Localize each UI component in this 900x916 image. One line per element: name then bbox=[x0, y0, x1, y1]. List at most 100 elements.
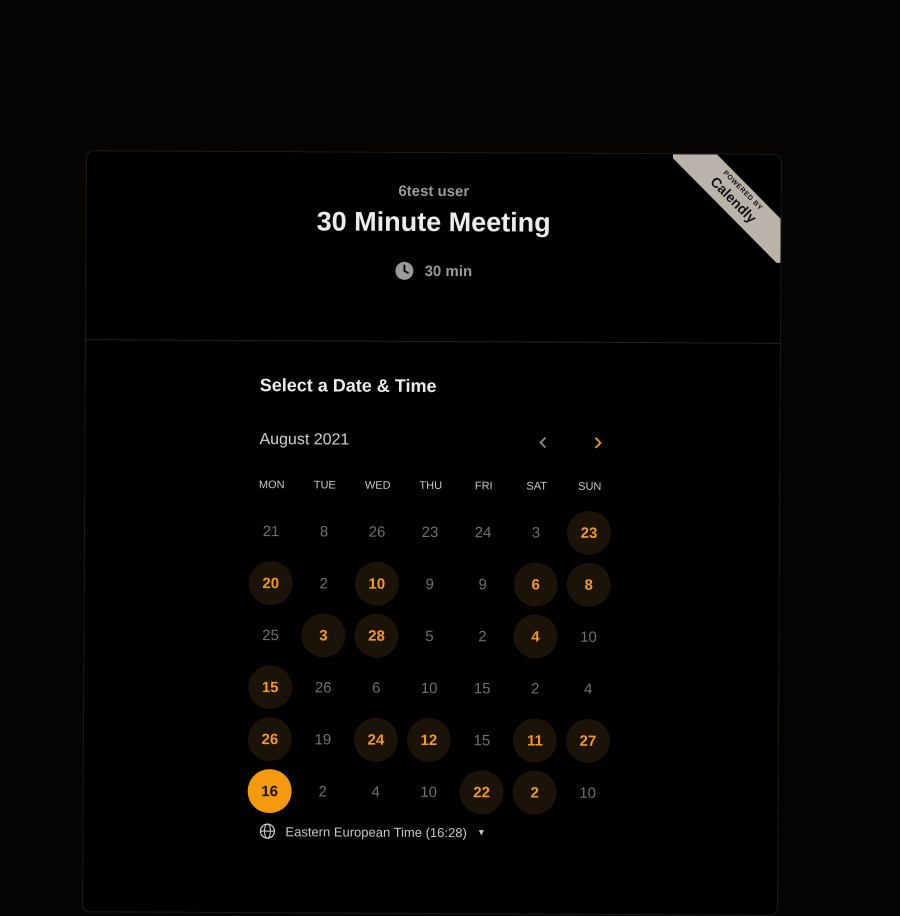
day-number: 23 bbox=[567, 511, 611, 555]
day-number: 2 bbox=[460, 614, 504, 658]
calendar-week-row: 16241022210 bbox=[244, 765, 615, 819]
day-number: 19 bbox=[301, 717, 345, 761]
day-number: 16 bbox=[248, 769, 292, 813]
available-day[interactable]: 10 bbox=[351, 558, 404, 610]
selected-day[interactable]: 16 bbox=[244, 765, 297, 817]
calendar-week-row: 202109968 bbox=[245, 557, 616, 611]
weekday-label: MON bbox=[245, 479, 298, 491]
available-day[interactable]: 27 bbox=[562, 715, 615, 767]
unavailable-day: 4 bbox=[350, 766, 403, 818]
day-number: 5 bbox=[407, 614, 451, 658]
day-number: 24 bbox=[354, 718, 398, 762]
unavailable-day: 10 bbox=[562, 767, 615, 819]
available-day[interactable]: 28 bbox=[350, 610, 403, 662]
event-header: 6test user 30 Minute Meeting 30 min POWE… bbox=[86, 151, 781, 344]
unavailable-day: 2 bbox=[297, 765, 350, 817]
unavailable-day: 15 bbox=[456, 662, 509, 714]
available-day[interactable]: 6 bbox=[510, 558, 563, 610]
unavailable-day: 5 bbox=[403, 610, 456, 662]
day-number: 27 bbox=[566, 719, 610, 763]
unavailable-day: 10 bbox=[403, 766, 456, 818]
available-day[interactable]: 23 bbox=[563, 507, 616, 559]
unavailable-day: 3 bbox=[510, 506, 563, 558]
booking-card: 6test user 30 Minute Meeting 30 min POWE… bbox=[82, 150, 782, 916]
day-number: 4 bbox=[566, 667, 610, 711]
day-number: 10 bbox=[566, 615, 610, 659]
unavailable-day: 2 bbox=[298, 557, 351, 609]
day-number: 3 bbox=[301, 613, 345, 657]
day-number: 15 bbox=[248, 665, 292, 709]
day-number: 9 bbox=[461, 562, 505, 606]
day-number: 26 bbox=[248, 717, 292, 761]
day-number: 6 bbox=[514, 562, 558, 606]
unavailable-day: 2 bbox=[456, 610, 509, 662]
weekday-label: FRI bbox=[457, 480, 510, 492]
unavailable-day: 9 bbox=[457, 558, 510, 610]
unavailable-day: 2 bbox=[509, 662, 562, 714]
chevron-left-icon bbox=[531, 431, 555, 455]
unavailable-day: 21 bbox=[245, 505, 298, 557]
available-day[interactable]: 11 bbox=[509, 714, 562, 766]
unavailable-day: 15 bbox=[456, 714, 509, 766]
calendar-week-row: 15266101524 bbox=[244, 661, 615, 715]
day-number: 2 bbox=[301, 769, 345, 813]
event-duration: 30 min bbox=[86, 259, 780, 283]
day-number: 8 bbox=[567, 563, 611, 607]
available-day[interactable]: 26 bbox=[244, 713, 297, 765]
unavailable-day: 10 bbox=[403, 662, 456, 714]
unavailable-day: 4 bbox=[562, 663, 615, 715]
day-number: 4 bbox=[513, 614, 557, 658]
weekday-label: SUN bbox=[563, 481, 616, 493]
day-number: 15 bbox=[460, 666, 504, 710]
unavailable-day: 19 bbox=[297, 713, 350, 765]
day-number: 2 bbox=[513, 770, 557, 814]
unavailable-day: 23 bbox=[404, 506, 457, 558]
timezone-label: Eastern European Time (16:28) bbox=[285, 824, 466, 840]
unavailable-day: 24 bbox=[457, 506, 510, 558]
day-number: 11 bbox=[513, 718, 557, 762]
available-day[interactable]: 22 bbox=[456, 766, 509, 818]
available-day[interactable]: 24 bbox=[350, 714, 403, 766]
day-number: 26 bbox=[355, 510, 399, 554]
unavailable-day: 9 bbox=[404, 558, 457, 610]
chevron-right-icon bbox=[585, 431, 609, 455]
available-day[interactable]: 4 bbox=[509, 610, 562, 662]
day-number: 10 bbox=[407, 666, 451, 710]
calendar-heading: Select a Date & Time bbox=[260, 375, 437, 397]
unavailable-day: 10 bbox=[562, 611, 615, 663]
day-number: 9 bbox=[408, 562, 452, 606]
unavailable-day: 25 bbox=[244, 609, 297, 661]
clock-icon bbox=[395, 261, 415, 281]
globe-icon bbox=[259, 823, 275, 839]
powered-by-badge[interactable]: POWERED BY Calendly bbox=[672, 154, 781, 263]
day-number: 20 bbox=[249, 561, 293, 605]
available-day[interactable]: 3 bbox=[297, 609, 350, 661]
day-number: 2 bbox=[513, 666, 557, 710]
day-number: 15 bbox=[460, 718, 504, 762]
available-day[interactable]: 8 bbox=[563, 559, 616, 611]
calendar-week-row: 26192412151127 bbox=[244, 713, 615, 767]
next-month-button[interactable] bbox=[585, 431, 609, 455]
day-number: 26 bbox=[301, 665, 345, 709]
prev-month-button[interactable] bbox=[531, 431, 555, 455]
available-day[interactable]: 12 bbox=[403, 714, 456, 766]
timezone-selector[interactable]: Eastern European Time (16:28) ▼ bbox=[259, 823, 485, 840]
day-number: 25 bbox=[248, 613, 292, 657]
day-number: 2 bbox=[302, 561, 346, 605]
weekday-label: THU bbox=[404, 480, 457, 492]
weekday-header: MON TUE WED THU FRI SAT SUN bbox=[245, 479, 616, 493]
month-label: August 2021 bbox=[259, 431, 349, 449]
day-number: 12 bbox=[407, 718, 451, 762]
day-number: 6 bbox=[354, 666, 398, 710]
available-day[interactable]: 2 bbox=[509, 766, 562, 818]
weekday-label: TUE bbox=[298, 479, 351, 491]
unavailable-day: 26 bbox=[297, 661, 350, 713]
calendar-grid: 2182623243232021099682532852410152661015… bbox=[244, 505, 617, 819]
day-number: 10 bbox=[407, 770, 451, 814]
unavailable-day: 8 bbox=[298, 505, 351, 557]
available-day[interactable]: 20 bbox=[245, 557, 298, 609]
duration-label: 30 min bbox=[425, 262, 473, 279]
calendar-week-row: 218262324323 bbox=[245, 505, 616, 559]
weekday-label: WED bbox=[351, 480, 404, 492]
available-day[interactable]: 15 bbox=[244, 661, 297, 713]
